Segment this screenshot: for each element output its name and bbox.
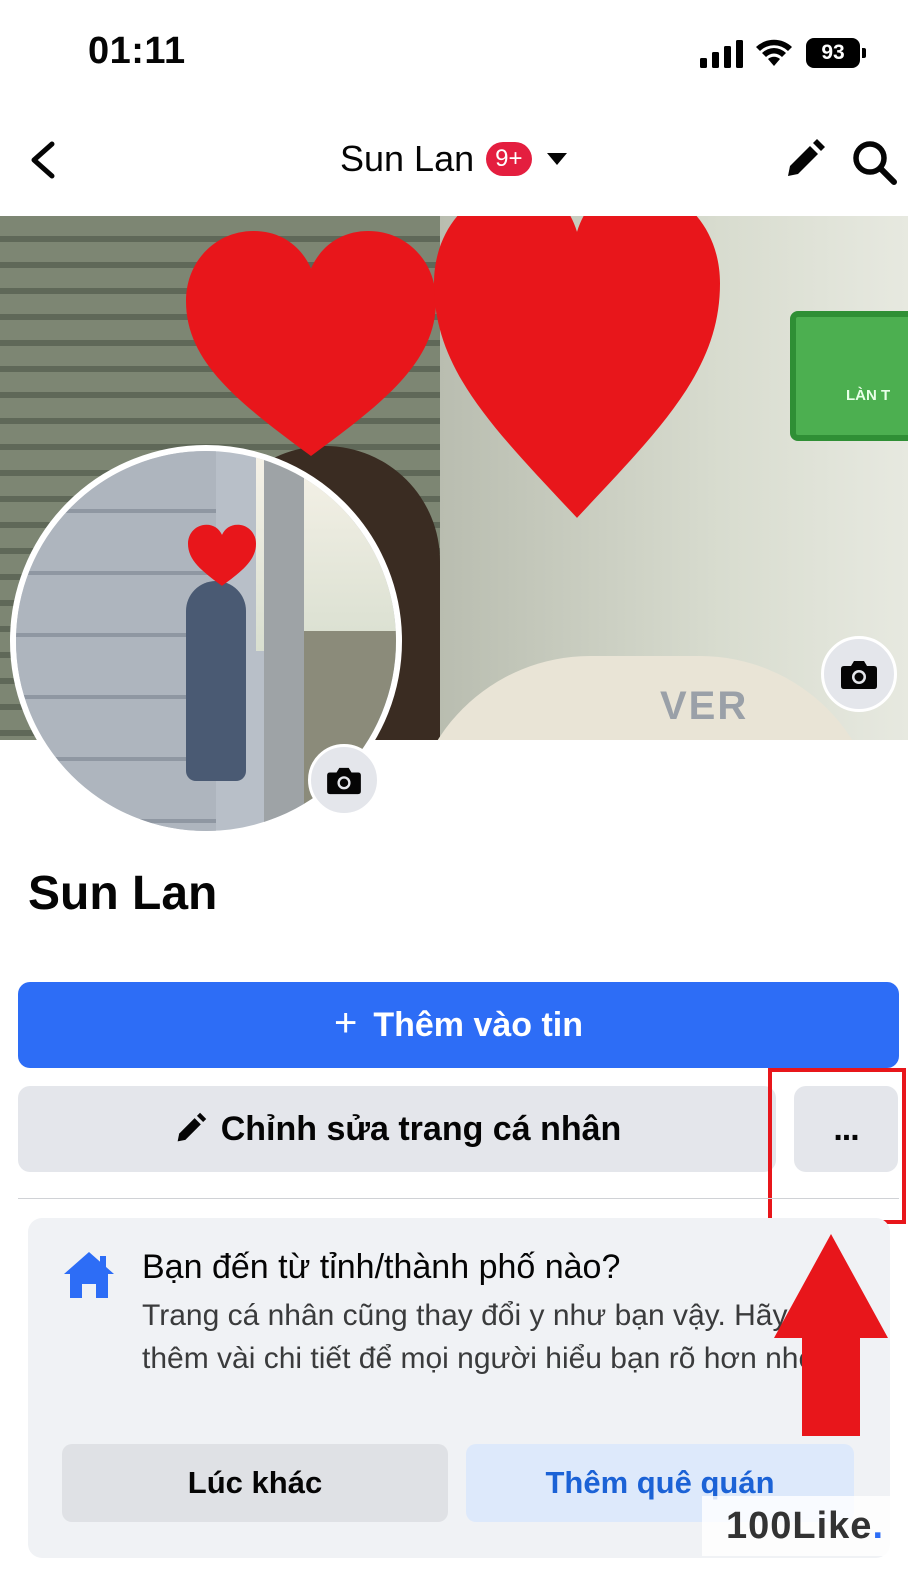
edit-profile-button[interactable]: Chỉnh sửa trang cá nhân xyxy=(18,1086,776,1172)
caret-down-icon xyxy=(546,153,567,165)
watermark-text: 100Like xyxy=(725,1504,873,1547)
battery-icon: 93 xyxy=(806,38,866,68)
pencil-icon xyxy=(177,1112,206,1142)
add-story-label: Thêm vào tin xyxy=(373,1005,584,1044)
pencil-icon[interactable] xyxy=(782,138,826,182)
add-story-button[interactable]: + Thêm vào tin xyxy=(18,982,899,1068)
watermark-dot: . xyxy=(872,1504,884,1547)
profile-switcher[interactable]: Sun Lan 9+ xyxy=(340,134,568,184)
camera-icon xyxy=(841,661,877,689)
plus-icon: + xyxy=(333,1000,358,1045)
cover-sign: LÀN T xyxy=(790,311,908,441)
cover-shirt-text: VER xyxy=(660,684,749,728)
status-time: 01:11 xyxy=(88,30,186,72)
back-icon[interactable] xyxy=(26,140,62,180)
heart-sticker-right xyxy=(434,216,720,518)
heart-sticker-avatar xyxy=(188,524,256,586)
notification-badge: 9+ xyxy=(486,142,532,176)
profile-header: Sun Lan 9+ xyxy=(0,112,921,208)
annotation-highlight-box xyxy=(768,1068,906,1224)
avatar-person xyxy=(186,581,246,781)
divider xyxy=(18,1198,899,1199)
wifi-icon xyxy=(756,39,792,66)
status-bar: 01:11 93 xyxy=(0,0,921,105)
signal-icon xyxy=(700,40,743,68)
battery-level: 93 xyxy=(806,38,860,68)
home-icon xyxy=(64,1252,114,1298)
card-description: Trang cá nhân cũng thay đổi y như bạn vậ… xyxy=(142,1299,824,1375)
card-title: Bạn đến từ tỉnh/thành phố nào? xyxy=(142,1248,621,1286)
edit-profile-label: Chỉnh sửa trang cá nhân xyxy=(220,1109,622,1148)
avatar-camera-button[interactable] xyxy=(308,744,380,816)
camera-icon xyxy=(327,767,361,795)
annotation-arrow-icon xyxy=(774,1234,888,1436)
profile-name: Sun Lan xyxy=(28,867,218,920)
later-button[interactable]: Lúc khác xyxy=(62,1444,448,1522)
search-icon[interactable] xyxy=(850,138,898,186)
heart-sticker-left xyxy=(186,231,436,456)
cover-sign-text: LÀN T xyxy=(846,387,891,404)
watermark-logo: 100Like. xyxy=(702,1496,908,1556)
header-title: Sun Lan xyxy=(340,138,475,179)
cover-camera-button[interactable] xyxy=(821,636,897,712)
avatar-pillar xyxy=(264,451,304,831)
